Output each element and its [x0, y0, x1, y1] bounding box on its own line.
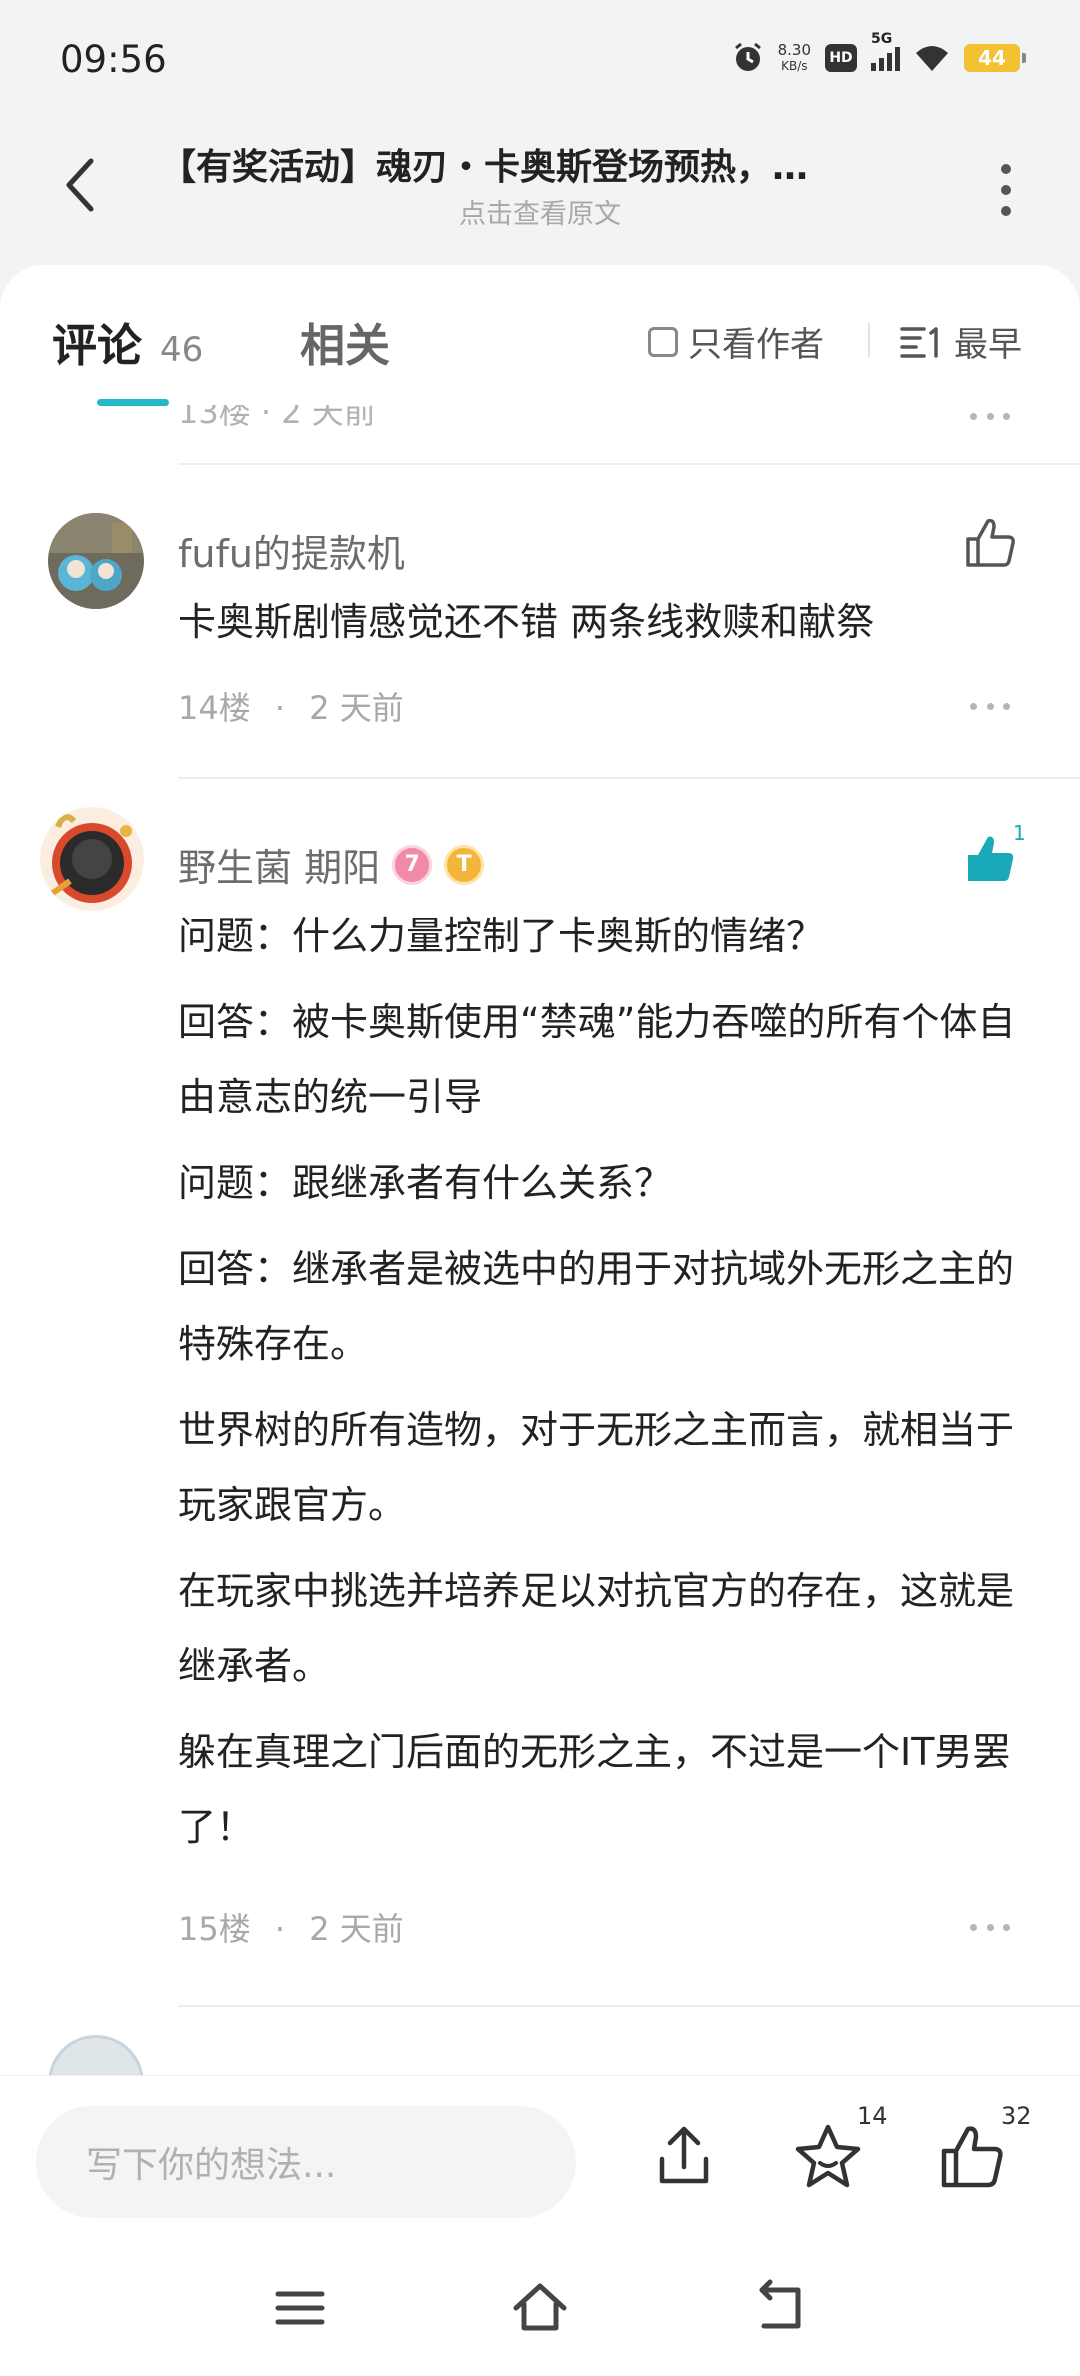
comment-paragraph: 问题：跟继承者有什么关系？: [178, 1161, 673, 1205]
checkbox-icon[interactable]: [648, 326, 678, 357]
battery-icon: 44: [964, 44, 1026, 72]
comment-meta: 15楼 · 2 天前: [178, 1910, 404, 1948]
comment-paragraph: 回答：继承者是被选中的用于对抗域外无形之主的特殊存在。: [178, 1247, 1015, 1366]
comment-paragraph: 世界树的所有造物，对于无形之主而言，就相当于玩家跟官方。: [178, 1408, 1015, 1527]
title-bar: 【有奖活动】魂刃・卡奥斯登场预热，… 点击查看原文: [0, 120, 1080, 260]
favorite-icon[interactable]: [792, 2121, 864, 2193]
avatar[interactable]: [48, 513, 144, 609]
back-nav-icon[interactable]: [750, 2278, 810, 2338]
like-icon[interactable]: [936, 2121, 1008, 2193]
floor-number: 15楼: [178, 1910, 251, 1948]
net-speed: 8.30 KB/s: [778, 42, 811, 74]
comment-username[interactable]: 野生菌 期阳 7 T: [178, 837, 485, 892]
comment-item: 野生菌 期阳 7 T 1 问题：什么力量控制了卡奥斯的情绪？ 回答：被卡奥斯使用…: [0, 777, 1080, 1987]
status-icons: 8.30 KB/s HD 5G 44: [732, 31, 1026, 78]
comment-count: 46: [160, 330, 204, 370]
wifi-icon: [916, 46, 948, 71]
tab-related[interactable]: 相关: [300, 309, 390, 374]
net-speed-value: 8.30: [777, 41, 811, 59]
content-card: 评论 46 相关 只看作者 最早 13楼 · 2 天前 fufu的提款机 卡奥斯…: [0, 265, 1080, 2075]
alarm-icon: [734, 42, 761, 71]
username-text: 野生菌 期阳: [178, 846, 381, 890]
bottom-action-bar: 写下你的想法... 14 32: [0, 2075, 1080, 2240]
tab-separator: [868, 323, 870, 357]
liked-icon[interactable]: [960, 829, 1020, 889]
network-type: 5G: [871, 31, 893, 47]
comment-time: 2 天前: [309, 689, 404, 727]
view-original-link[interactable]: 点击查看原文: [0, 192, 1080, 231]
home-icon[interactable]: [510, 2278, 570, 2338]
avatar[interactable]: [48, 2035, 144, 2075]
title-badge: T: [444, 844, 485, 885]
status-bar: 09:56 8.30 KB/s HD 5G 44: [0, 0, 1080, 120]
author-only-label: 只看作者: [688, 325, 824, 365]
level-badge: 7: [392, 844, 433, 885]
hd-badge: HD: [825, 44, 857, 72]
comment-text: 卡奥斯剧情感觉还不错 两条线救赎和献祭: [178, 585, 1038, 671]
comment-text: 问题：什么力量控制了卡奥斯的情绪？ 回答：被卡奥斯使用“禁魂”能力吞噬的所有个体…: [178, 899, 1038, 1876]
comment-item: fufu的提款机 卡奥斯剧情感觉还不错 两条线救赎和献祭 14楼 · 2 天前: [0, 463, 1080, 777]
comment-paragraph: 躲在真理之门后面的无形之主，不过是一个IT男罢了！: [178, 1730, 1011, 1849]
comment-paragraph: 问题：什么力量控制了卡奥斯的情绪？: [178, 914, 825, 958]
comment-paragraph: 在玩家中挑选并培养足以对抗官方的存在，这就是继承者。: [178, 1569, 1015, 1688]
user-avatar-image: [40, 807, 144, 911]
more-options-icon[interactable]: [970, 413, 1010, 423]
partial-comment-meta: 13楼 · 2 天前: [178, 405, 1080, 435]
sort-icon: [900, 326, 938, 358]
more-options-icon[interactable]: [970, 1924, 1010, 1934]
comment-input-placeholder: 写下你的想法...: [86, 2145, 337, 2186]
comment-paragraph: 卡奥斯剧情感觉还不错 两条线救赎和献祭: [178, 600, 875, 644]
comment-time: 2 天前: [309, 1910, 404, 1948]
comment-tabs: 评论 46 相关 只看作者 最早: [0, 265, 1080, 406]
share-icon[interactable]: [648, 2121, 720, 2193]
favorite-count: 14: [857, 2102, 888, 2130]
comment-username[interactable]: fufu的提款机: [178, 523, 405, 578]
username-text: fufu的提款机: [178, 532, 405, 576]
page-title[interactable]: 【有奖活动】魂刃・卡奥斯登场预热，…: [160, 138, 920, 190]
partial-comment-meta-text: 13楼 · 2 天前: [178, 405, 376, 431]
cellular-signal-icon: 5G: [871, 31, 900, 71]
comment-input[interactable]: 写下你的想法...: [36, 2106, 576, 2218]
tab-comments-label: 评论: [52, 319, 143, 372]
comment-meta: 14楼 · 2 天前: [178, 689, 404, 727]
more-options-button[interactable]: [976, 150, 1036, 230]
status-time: 09:56: [60, 38, 167, 81]
active-tab-indicator: [97, 399, 169, 406]
more-options-icon[interactable]: [970, 703, 1010, 713]
author-only-toggle[interactable]: 只看作者: [648, 317, 824, 366]
sort-button[interactable]: 最早: [900, 317, 1022, 366]
like-icon[interactable]: [960, 513, 1020, 573]
divider: [178, 2005, 1080, 2007]
user-avatar-image: [48, 513, 144, 609]
sort-label: 最早: [954, 325, 1022, 365]
like-count: 32: [1001, 2102, 1032, 2130]
floor-number: 14楼: [178, 689, 251, 727]
avatar[interactable]: [40, 807, 144, 911]
like-count: 1: [1013, 821, 1026, 845]
net-speed-unit: KB/s: [781, 59, 808, 73]
comment-paragraph: 回答：被卡奥斯使用“禁魂”能力吞噬的所有个体自由意志的统一引导: [178, 1000, 1016, 1119]
tab-comments[interactable]: 评论 46: [52, 309, 203, 374]
system-nav-bar: [0, 2240, 1080, 2376]
menu-icon[interactable]: [270, 2278, 330, 2338]
